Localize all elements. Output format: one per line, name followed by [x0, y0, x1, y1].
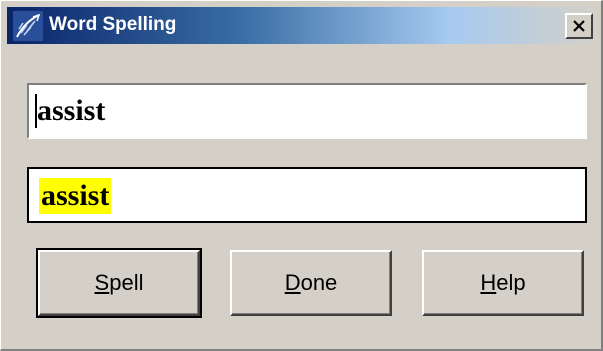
word-spelling-dialog: Word Spelling assist Spell Done Help [0, 0, 603, 351]
app-feather-icon[interactable] [13, 11, 43, 41]
help-button-label: Help [480, 270, 525, 296]
help-label-rest: elp [496, 270, 526, 295]
spell-button[interactable]: Spell [36, 248, 202, 318]
spelling-display-field: assist [27, 167, 587, 223]
text-caret [35, 94, 37, 128]
done-button[interactable]: Done [230, 250, 392, 316]
done-button-label: Done [285, 270, 338, 296]
done-mnemonic: D [284, 270, 301, 295]
focus-ring [46, 258, 192, 308]
word-entry-field[interactable] [26, 82, 588, 140]
done-label-rest: one [300, 270, 338, 295]
word-entry-input[interactable] [33, 90, 573, 132]
window-title: Word Spelling [49, 14, 177, 35]
close-x-icon [572, 20, 586, 32]
help-mnemonic: H [480, 270, 497, 295]
highlighted-word: assist [39, 178, 112, 214]
title-bar[interactable]: Word Spelling [7, 7, 597, 44]
close-button[interactable] [565, 13, 593, 39]
help-button[interactable]: Help [422, 250, 584, 316]
